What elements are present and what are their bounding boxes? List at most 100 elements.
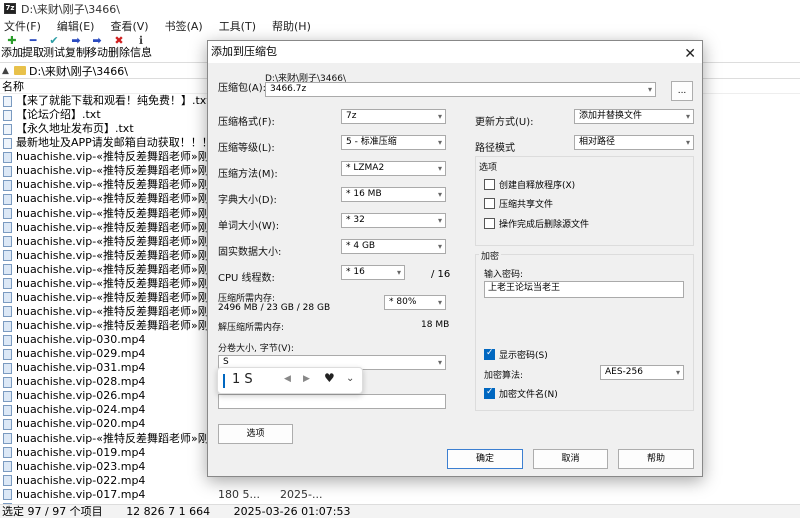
media-file-icon [3, 151, 12, 163]
chevron-down-icon: ▾ [437, 298, 442, 307]
file-size: 180 5... [218, 487, 260, 501]
method-combo[interactable]: * LZMA2 ▾ [341, 161, 446, 176]
menu-view[interactable]: 查看(V) [110, 18, 148, 34]
media-file-icon [3, 165, 12, 177]
media-file-icon [3, 278, 12, 290]
info-button[interactable]: ℹ 信息 [129, 35, 153, 60]
compress-memory-value: 2496 MB / 23 GB / 28 GB [218, 303, 331, 313]
file-name: huachishe.vip-031.mp4 [16, 361, 146, 375]
create-sfx-checkbox[interactable]: 创建自释放程序(X) [484, 178, 575, 191]
menu-bookmarks[interactable]: 书签(A) [165, 18, 203, 34]
memory-percent-combo[interactable]: * 80% ▾ [384, 295, 446, 310]
solid-size-combo[interactable]: * 4 GB ▾ [341, 239, 446, 254]
ime-candidate[interactable]: 1 S [232, 372, 253, 387]
menu-help[interactable]: 帮助(H) [272, 18, 311, 34]
delete-after-label: 操作完成后删除源文件 [499, 220, 590, 230]
update-mode-label: 更新方式(U): [475, 117, 534, 128]
menu-edit[interactable]: 编辑(E) [57, 18, 95, 34]
close-icon[interactable]: ✕ [684, 43, 696, 65]
media-file-icon [3, 390, 12, 402]
ok-button[interactable]: 确定 [447, 449, 523, 469]
word-size-combo[interactable]: * 32 ▾ [341, 213, 446, 228]
media-file-icon [3, 447, 12, 459]
media-file-icon [3, 334, 12, 346]
update-mode-combo[interactable]: 添加并替换文件 ▾ [574, 109, 694, 124]
file-name: huachishe.vip-«推特反差舞蹈老师»刚子 52... [16, 234, 221, 248]
password-field[interactable]: 上老王论坛当老王 [484, 281, 684, 298]
dictionary-label: 字典大小(D): [218, 195, 277, 206]
delete-after-checkbox[interactable]: 操作完成后删除源文件 [484, 217, 589, 230]
format-label: 压缩格式(F): [218, 117, 275, 128]
ime-candidate-popup: 1 S ◀ ▶ ♥ ⌄ [217, 367, 363, 394]
list-item[interactable]: huachishe.vip-017.mp4 180 5... 2025-... [0, 488, 800, 502]
show-password-checkbox[interactable]: 显示密码(S) [484, 348, 548, 361]
address-path[interactable]: D:\来财\刚子\3466\ [29, 63, 128, 79]
chevron-down-icon: ▾ [437, 164, 442, 173]
media-file-icon [3, 362, 12, 374]
encryption-method-value: AES-256 [605, 367, 643, 377]
archive-name-combo[interactable]: 3466.7z ▾ [265, 82, 656, 97]
media-file-icon [3, 320, 12, 332]
file-name: 【来了就能下载和观看！纯免费！】.txt [16, 94, 211, 108]
solid-size-value: * 4 GB [346, 241, 376, 251]
file-name: huachishe.vip-030.mp4 [16, 333, 146, 347]
ime-next-icon[interactable]: ▶ [303, 374, 310, 384]
file-name: huachishe.vip-020.mp4 [16, 417, 146, 431]
file-name: huachishe.vip-026.mp4 [16, 389, 146, 403]
move-button-label: 移动 [86, 46, 108, 59]
file-name: huachishe.vip-022.mp4 [16, 473, 146, 487]
media-file-icon [3, 179, 12, 191]
menu-file[interactable]: 文件(F) [4, 18, 41, 34]
options-group-title: 选项 [479, 163, 498, 173]
up-folder-icon[interactable]: ▲ [2, 66, 14, 76]
ime-expand-chevron-icon[interactable]: ⌄ [346, 373, 354, 384]
file-date: 2025-... [280, 487, 323, 501]
menu-tools[interactable]: 工具(T) [219, 18, 256, 34]
cancel-button[interactable]: 取消 [533, 449, 608, 469]
text-file-icon [3, 123, 12, 135]
encrypt-names-box [484, 387, 495, 399]
parameters-field[interactable] [218, 394, 446, 409]
file-name: huachishe.vip-023.mp4 [16, 459, 146, 473]
file-name: 【永久地址发布页】.txt [16, 122, 134, 136]
ime-prev-icon[interactable]: ◀ [284, 374, 291, 384]
title-bar: 7z D:\来财\刚子\3466\ [0, 0, 800, 17]
split-volume-label: 分卷大小, 字节(V): [218, 344, 294, 354]
status-datetime: 2025-03-26 01:07:53 [233, 505, 351, 518]
file-name: huachishe.vip-«推特反差舞蹈老师»刚子 52... [16, 248, 221, 262]
chevron-down-icon: ▾ [685, 112, 690, 121]
shared-files-checkbox[interactable]: 压缩共享文件 [484, 197, 553, 210]
cpu-threads-combo[interactable]: * 16 ▾ [341, 265, 405, 280]
file-name: 【论坛介绍】.txt [16, 108, 101, 122]
help-button[interactable]: 帮助 [618, 449, 694, 469]
path-mode-combo[interactable]: 相对路径 ▾ [574, 135, 694, 150]
encrypt-names-checkbox[interactable]: 加密文件名(N) [484, 387, 558, 400]
memory-percent-value: * 80% [389, 297, 417, 307]
ime-emoji-heart-icon[interactable]: ♥ [324, 371, 335, 385]
media-file-icon [3, 193, 12, 205]
file-name: huachishe.vip-«推特反差舞蹈老师»刚子 52... [16, 319, 221, 333]
file-name: 最新地址及APP请发邮箱自动获取！！！.txt [16, 136, 221, 150]
level-combo[interactable]: 5 - 标准压缩 ▾ [341, 135, 446, 150]
options-button[interactable]: 选项 [218, 424, 293, 444]
archive-label: 压缩包(A): [218, 83, 267, 94]
delete-button[interactable]: ✖ 删除 [107, 35, 131, 60]
chevron-down-icon: ▾ [396, 268, 401, 277]
dictionary-combo[interactable]: * 16 MB ▾ [341, 187, 446, 202]
move-button[interactable]: ➡ 移动 [85, 35, 109, 60]
encryption-method-combo[interactable]: AES-256 ▾ [600, 365, 684, 380]
chevron-down-icon: ▾ [437, 112, 442, 121]
text-file-icon [3, 95, 12, 107]
format-combo[interactable]: 7z ▾ [341, 109, 446, 124]
media-file-icon [3, 222, 12, 234]
delete-after-box [484, 218, 495, 229]
file-name: huachishe.vip-«推特反差舞蹈老师»刚子 52... [16, 304, 221, 318]
level-label: 压缩等级(L): [218, 143, 275, 154]
password-label: 输入密码: [484, 270, 524, 280]
path-mode-label: 路径模式 [475, 143, 515, 154]
dialog-title: 添加到压缩包 [211, 45, 277, 58]
browse-button[interactable]: ... [671, 81, 693, 101]
media-file-icon [3, 236, 12, 248]
test-button[interactable]: ✔ 测试 [42, 35, 66, 60]
folder-icon [14, 66, 26, 75]
